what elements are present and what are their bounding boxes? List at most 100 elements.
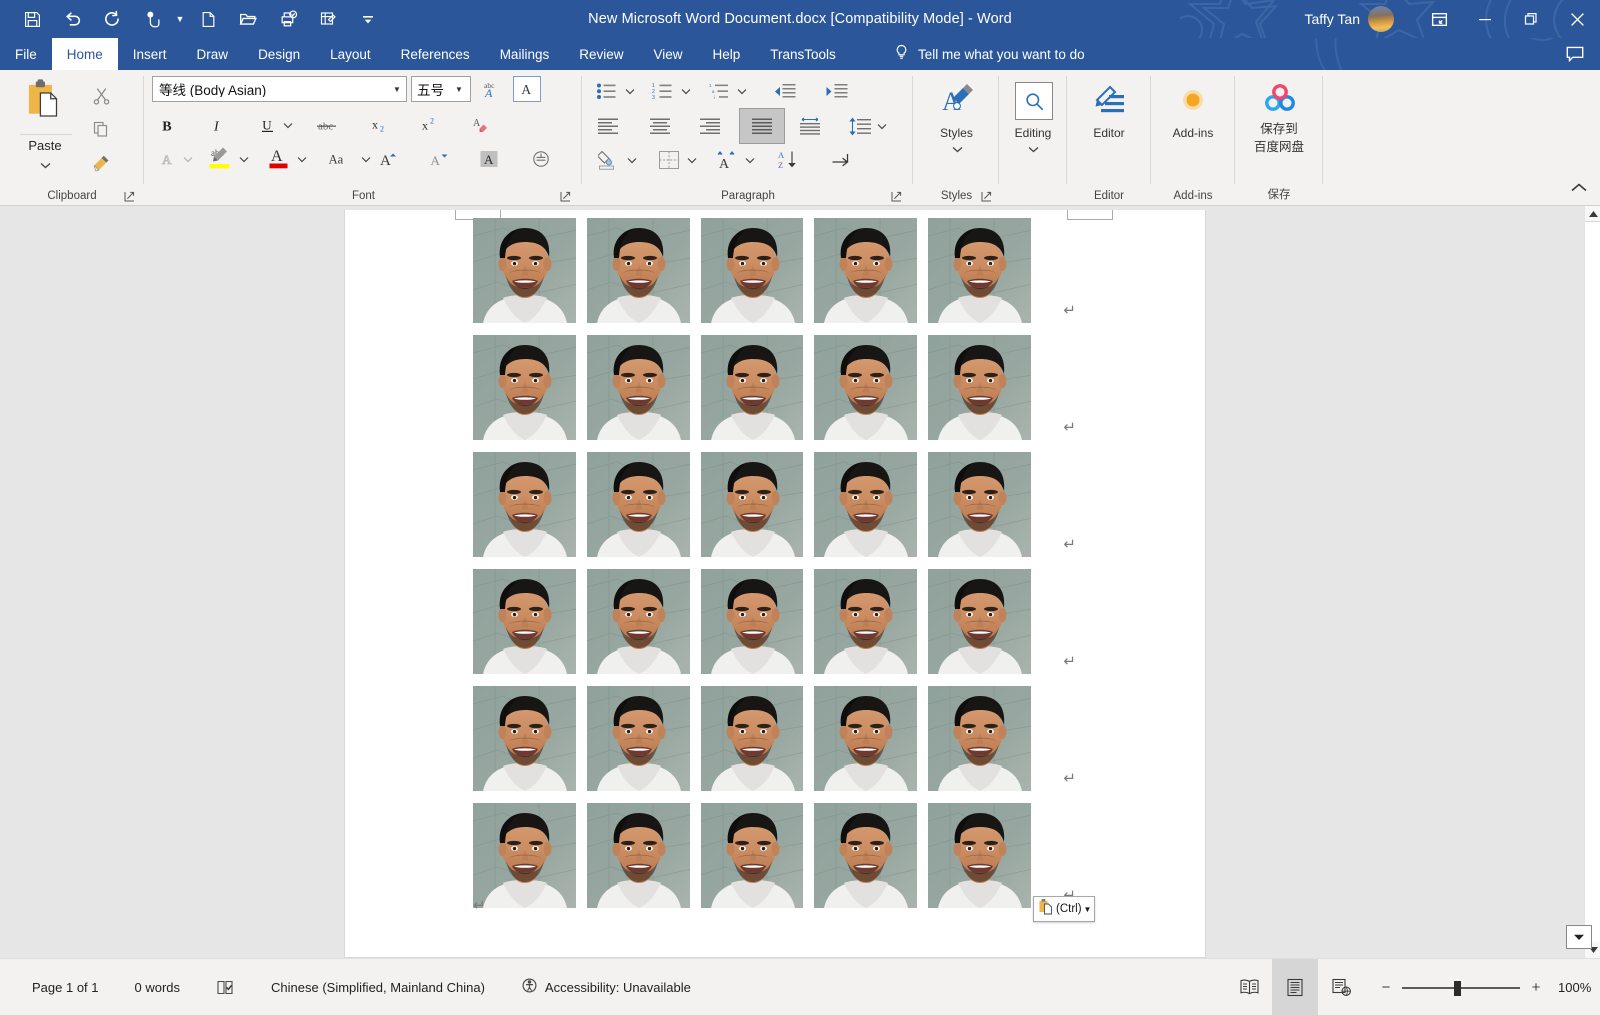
zoom-in-button[interactable]: +	[1530, 979, 1542, 996]
shading-icon[interactable]	[595, 146, 623, 174]
ribbon-display-options-icon[interactable]	[1416, 0, 1462, 38]
draw-table-icon[interactable]	[308, 4, 348, 34]
portrait-photo[interactable]	[928, 218, 1031, 323]
line-spacing-caret-icon[interactable]	[873, 112, 891, 140]
font-size-caret-icon[interactable]: ▼	[450, 85, 468, 94]
shrink-font-icon[interactable]: A	[425, 146, 455, 172]
minimize-icon[interactable]	[1462, 0, 1508, 38]
tab-file[interactable]: File	[0, 38, 52, 70]
portrait-photo[interactable]	[814, 803, 918, 908]
italic-icon[interactable]: I	[203, 112, 231, 138]
tab-help[interactable]: Help	[698, 38, 756, 70]
scroll-up-icon[interactable]	[1585, 206, 1600, 222]
portrait-photo[interactable]	[814, 335, 918, 440]
superscript-icon[interactable]: x2	[417, 112, 445, 138]
styles-label[interactable]: Styles	[914, 126, 999, 140]
tell-me-box[interactable]: Tell me what you want to do	[893, 38, 1085, 70]
statusbar-overflow-caret-icon[interactable]	[1566, 925, 1592, 949]
tab-draw[interactable]: Draw	[182, 38, 244, 70]
portrait-photo[interactable]	[814, 686, 918, 791]
save-icon[interactable]	[12, 4, 52, 34]
clear-formatting-icon[interactable]: A	[467, 112, 495, 138]
portrait-photo[interactable]	[700, 218, 804, 323]
portrait-photo[interactable]	[814, 452, 918, 557]
baidu-label-line1[interactable]: 保存到	[1235, 118, 1323, 137]
styles-caret-icon[interactable]	[946, 142, 968, 156]
tab-transtools[interactable]: TransTools	[755, 38, 851, 70]
change-case-aa-icon[interactable]: Aa	[325, 146, 359, 172]
underline-caret-icon[interactable]	[279, 112, 297, 138]
portrait-photo[interactable]	[473, 452, 576, 557]
portrait-photo[interactable]	[928, 335, 1031, 440]
paste-options-button[interactable]: (Ctrl) ▼	[1033, 896, 1095, 922]
borders-icon[interactable]	[655, 146, 683, 174]
editor-pen-icon[interactable]	[1091, 80, 1129, 122]
subscript-icon[interactable]: x2	[367, 112, 395, 138]
document-canvas[interactable]: ↵ ↵ ↵ ↵ ↵ ↵ ↵ (Ctrl) ▼	[0, 206, 1600, 958]
paste-caret-icon[interactable]	[8, 156, 82, 174]
portrait-photo[interactable]	[814, 218, 918, 323]
portrait-photo[interactable]	[700, 335, 804, 440]
redo-icon[interactable]	[92, 4, 132, 34]
portrait-photo[interactable]	[928, 686, 1031, 791]
paste-button[interactable]	[14, 78, 76, 136]
enclose-characters-icon[interactable]	[527, 146, 555, 172]
portrait-photo[interactable]	[928, 452, 1031, 557]
print-preview-icon[interactable]	[268, 4, 308, 34]
word-count[interactable]: 0 words	[117, 980, 199, 995]
portrait-photo[interactable]	[473, 686, 576, 791]
decrease-indent-icon[interactable]	[769, 78, 799, 104]
show-formatting-marks-icon[interactable]	[827, 146, 857, 174]
font-color-icon[interactable]: A	[265, 142, 293, 174]
phonetic-guide-icon[interactable]: A	[713, 146, 741, 174]
text-effects-caret-icon[interactable]	[179, 146, 197, 172]
portrait-photo[interactable]	[586, 686, 690, 791]
strikethrough-icon[interactable]: abc	[313, 112, 343, 138]
paragraph-dialog-launcher-icon[interactable]	[891, 189, 903, 202]
tab-mailings[interactable]: Mailings	[485, 38, 565, 70]
change-case-caret-icon[interactable]	[357, 146, 375, 172]
underline-icon[interactable]: U	[253, 112, 281, 138]
change-case-icon[interactable]: A	[513, 76, 541, 102]
copy-icon[interactable]	[88, 116, 114, 142]
center-icon[interactable]	[645, 112, 675, 140]
align-right-icon[interactable]	[695, 112, 725, 140]
font-dialog-launcher-icon[interactable]	[560, 189, 572, 202]
font-size-combo[interactable]: ▼	[411, 76, 471, 102]
cut-icon[interactable]	[88, 82, 114, 108]
styles-dialog-launcher-icon[interactable]	[981, 189, 993, 202]
portrait-photo[interactable]	[586, 452, 690, 557]
numbering-icon[interactable]: 1 2 3	[649, 78, 677, 104]
portrait-photo[interactable]	[586, 569, 690, 674]
restore-icon[interactable]	[1508, 0, 1554, 38]
zoom-control[interactable]: − +	[1364, 979, 1558, 996]
read-mode-icon[interactable]	[1226, 959, 1272, 1015]
text-highlight-color-icon[interactable]: abc	[205, 142, 235, 174]
tab-view[interactable]: View	[638, 38, 697, 70]
numbering-caret-icon[interactable]	[677, 78, 695, 104]
editing-label[interactable]: Editing	[999, 126, 1067, 140]
touch-mode-caret-icon[interactable]: ▼	[172, 4, 188, 34]
increase-indent-icon[interactable]	[821, 78, 851, 104]
grow-font-icon[interactable]: A	[375, 146, 405, 172]
sort-icon[interactable]: A Z	[773, 146, 803, 174]
quick-access-toolbar[interactable]: ▼	[0, 0, 388, 38]
addins-label[interactable]: Add-ins	[1151, 126, 1235, 140]
baidu-label-line2[interactable]: 百度网盘	[1235, 136, 1323, 155]
editor-label[interactable]: Editor	[1067, 126, 1151, 140]
zoom-slider-thumb[interactable]	[1454, 980, 1461, 996]
shading-caret-icon[interactable]	[623, 146, 641, 174]
text-highlight-caret-icon[interactable]	[235, 146, 253, 172]
bullets-caret-icon[interactable]	[621, 78, 639, 104]
baidu-netdisk-icon[interactable]	[1263, 82, 1297, 114]
tab-insert[interactable]: Insert	[118, 38, 182, 70]
open-folder-icon[interactable]	[228, 4, 268, 34]
tab-design[interactable]: Design	[243, 38, 315, 70]
font-name-combo[interactable]: ▼	[152, 76, 407, 102]
avatar[interactable]	[1368, 6, 1394, 32]
touch-mode-icon[interactable]	[132, 4, 172, 34]
borders-caret-icon[interactable]	[683, 146, 701, 174]
undo-icon[interactable]	[52, 4, 92, 34]
line-spacing-icon[interactable]	[845, 112, 875, 140]
portrait-photo[interactable]	[928, 803, 1031, 908]
